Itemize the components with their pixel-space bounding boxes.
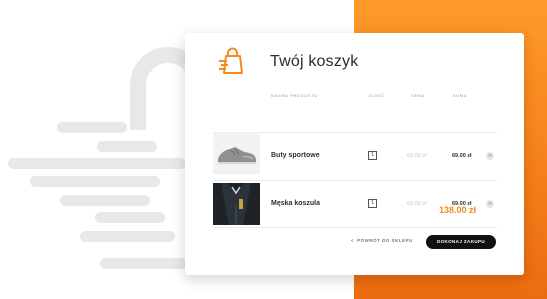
shopping-bag-icon xyxy=(219,47,243,74)
back-to-shop-link[interactable]: < POWRÓT DO SKLEPU xyxy=(351,238,413,243)
divider xyxy=(213,180,497,181)
column-header-product: NAZWA PRODUKTU xyxy=(271,93,318,98)
product-name[interactable]: Męska koszula xyxy=(271,200,320,207)
column-header-sum: SUMA xyxy=(453,93,468,98)
page-title: Twój koszyk xyxy=(270,53,359,70)
close-icon: ✕ xyxy=(487,153,493,159)
deco-bar xyxy=(80,231,175,242)
product-price: 69.00 zł xyxy=(407,153,427,159)
back-to-shop-label: POWRÓT DO SKLEPU xyxy=(357,238,413,243)
quantity-field[interactable]: 1 xyxy=(368,151,377,160)
quantity-field[interactable]: 1 xyxy=(368,199,377,208)
cart-card: Twój koszyk NAZWA PRODUKTU ILOŚĆ CENA SU… xyxy=(185,33,524,275)
cart-total: 138.00 zł xyxy=(439,205,477,215)
chevron-left-icon: < xyxy=(351,238,355,243)
checkout-button[interactable]: DOKONAJ ZAKUPU xyxy=(426,235,496,249)
product-image-shirt xyxy=(213,183,260,225)
divider xyxy=(213,227,497,228)
deco-bar xyxy=(60,195,150,206)
deco-bar xyxy=(30,176,160,187)
column-header-price: CENA xyxy=(411,93,425,98)
product-price: 69.00 zł xyxy=(407,201,427,207)
product-sum: 69.00 zł xyxy=(452,153,472,159)
sneaker-icon xyxy=(218,147,256,164)
product-name[interactable]: Buty sportowe xyxy=(271,152,320,159)
deco-bar xyxy=(100,258,190,269)
remove-item-button[interactable]: ✕ xyxy=(486,200,494,208)
shirt-icon xyxy=(213,183,260,225)
column-header-qty: ILOŚĆ xyxy=(369,93,385,98)
product-image-shoe xyxy=(213,133,260,174)
remove-item-button[interactable]: ✕ xyxy=(486,152,494,160)
deco-bar xyxy=(8,158,186,169)
close-icon: ✕ xyxy=(487,201,493,207)
deco-bar xyxy=(57,122,127,133)
deco-bar xyxy=(97,141,157,152)
deco-bar xyxy=(95,212,165,223)
